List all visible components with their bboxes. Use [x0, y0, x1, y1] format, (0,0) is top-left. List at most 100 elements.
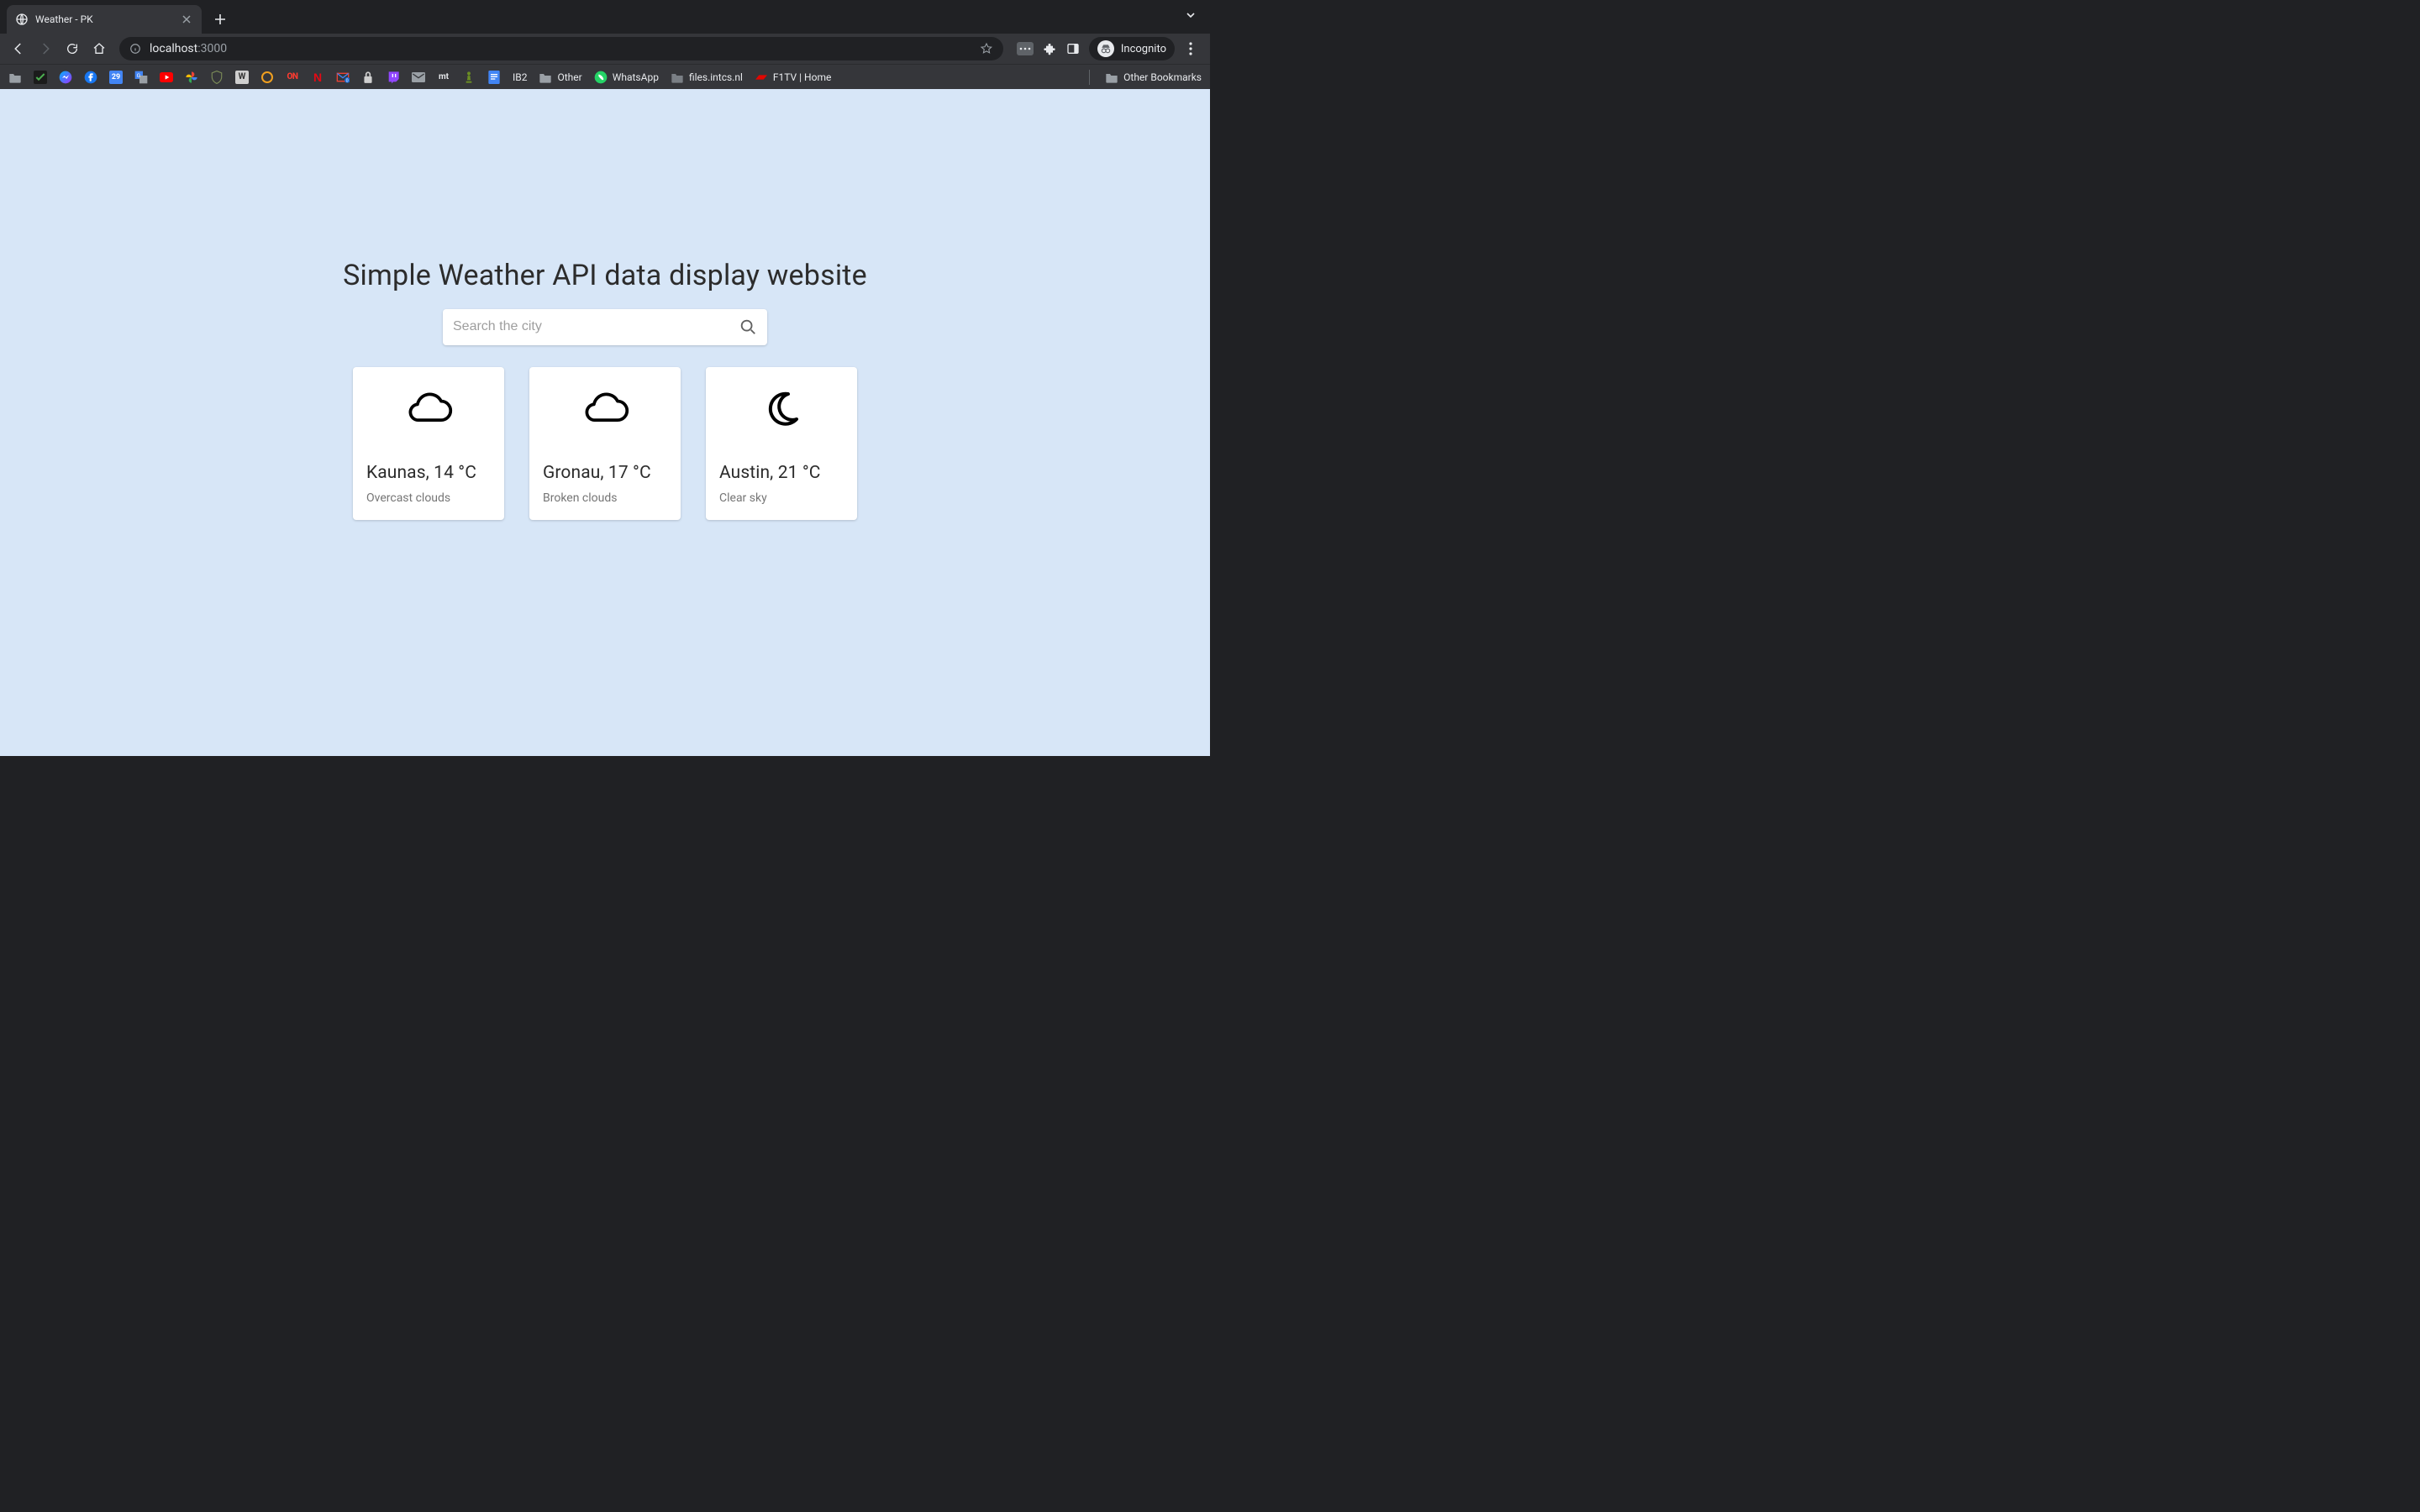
toolbar-right: Incognito — [1012, 37, 1203, 60]
weather-card[interactable]: Austin, 21 °C Clear sky — [706, 367, 857, 520]
card-title: Gronau, 17 °C — [543, 463, 667, 483]
weather-card[interactable]: Gronau, 17 °CBroken clouds — [529, 367, 681, 520]
check-icon — [34, 71, 47, 84]
bookmark-label: F1TV | Home — [773, 71, 831, 83]
weather-cards: Kaunas, 14 °COvercast cloudsGronau, 17 °… — [336, 367, 874, 520]
circle-icon — [260, 71, 274, 84]
menu-icon[interactable] — [1183, 41, 1198, 56]
bookmark-item[interactable] — [84, 71, 97, 84]
docs-icon — [487, 71, 501, 84]
back-button[interactable] — [7, 37, 30, 60]
bookmark-item[interactable] — [8, 71, 22, 84]
bookmark-item[interactable] — [260, 71, 274, 84]
lock-icon — [361, 71, 375, 84]
bookmark-item[interactable]: G — [134, 71, 148, 84]
twitch-icon — [387, 71, 400, 84]
folder-icon — [8, 71, 22, 84]
weather-card[interactable]: Kaunas, 14 °COvercast clouds — [353, 367, 504, 520]
tab-search-button[interactable] — [1185, 8, 1197, 24]
bookmark-item[interactable]: 0 — [336, 71, 350, 84]
bookmark-label: files.intcs.nl — [689, 71, 743, 83]
search-field[interactable] — [443, 309, 767, 345]
other-bookmarks-label: Other Bookmarks — [1123, 71, 1202, 83]
address-bar[interactable]: localhost:3000 — [119, 37, 1003, 60]
translate-icon: G — [134, 71, 148, 84]
whatsapp-icon — [594, 71, 608, 84]
netflix-icon: N — [311, 71, 324, 84]
url-port: :3000 — [197, 42, 227, 55]
reload-button[interactable] — [60, 37, 84, 60]
bookmark-item[interactable]: mt — [437, 71, 450, 84]
bookmark-label: Other — [557, 71, 581, 83]
card-title: Austin, 21 °C — [719, 463, 844, 483]
extensions-icon[interactable] — [1042, 41, 1057, 56]
bookmark-item[interactable] — [462, 71, 476, 84]
photos-icon — [185, 71, 198, 84]
site-info-icon[interactable] — [129, 43, 141, 55]
incognito-badge[interactable]: Incognito — [1089, 37, 1175, 60]
messenger-icon — [59, 71, 72, 84]
tab-bar: Weather - PK — [0, 0, 1210, 34]
folder-grey-icon — [671, 71, 684, 84]
bookmark-item[interactable]: files.intcs.nl — [671, 71, 743, 84]
bookmark-separator — [1089, 70, 1090, 85]
youtube-icon — [160, 71, 173, 84]
tab-title: Weather - PK — [35, 13, 173, 25]
bookmark-star-icon[interactable] — [980, 42, 993, 55]
shield-icon — [210, 71, 224, 84]
svg-text:0: 0 — [346, 78, 349, 83]
new-tab-button[interactable] — [208, 8, 232, 31]
bookmark-item[interactable] — [160, 71, 173, 84]
bookmark-item[interactable] — [361, 71, 375, 84]
card-title: Kaunas, 14 °C — [366, 463, 491, 483]
incognito-icon — [1097, 40, 1114, 57]
cal29-icon: 29 — [109, 71, 123, 84]
bookmark-item[interactable] — [34, 71, 47, 84]
bookmark-item[interactable] — [185, 71, 198, 84]
bookmark-item[interactable]: Other — [539, 71, 581, 84]
bookmark-item[interactable]: 29 — [109, 71, 123, 84]
bookmark-item[interactable]: W — [235, 71, 249, 84]
bookmark-item[interactable] — [387, 71, 400, 84]
on-icon: ON — [286, 71, 299, 84]
viewport: Simple Weather API data display website … — [0, 89, 1210, 756]
sidepanel-icon[interactable] — [1065, 41, 1081, 56]
card-description: Clear sky — [719, 491, 844, 505]
search-icon[interactable] — [739, 318, 757, 336]
f1-icon — [755, 71, 768, 84]
incognito-label: Incognito — [1121, 43, 1166, 55]
close-icon[interactable] — [180, 13, 193, 26]
bookmark-item[interactable] — [210, 71, 224, 84]
bookmark-label: WhatsApp — [613, 71, 659, 83]
moon-icon — [756, 391, 807, 428]
facebook-icon — [84, 71, 97, 84]
bookmark-item[interactable]: ON — [286, 71, 299, 84]
folder-icon — [1105, 71, 1118, 84]
page-content: Simple Weather API data display website … — [336, 89, 874, 520]
browser-tab[interactable]: Weather - PK — [7, 5, 202, 34]
ellipsis-box-icon[interactable] — [1017, 42, 1034, 55]
wiki-icon: W — [235, 71, 249, 84]
bookmark-item[interactable] — [412, 71, 425, 84]
cloud-icon — [580, 391, 630, 428]
mail0-icon: 0 — [336, 71, 350, 84]
url-host: localhost — [150, 42, 197, 55]
search-input[interactable] — [453, 319, 739, 334]
mt-icon: mt — [437, 71, 450, 84]
toolbar: localhost:3000 Incognito — [0, 34, 1210, 64]
forward-button[interactable] — [34, 37, 57, 60]
bookmarks-bar: 29 G W ON N 0 mt IB2 Other WhatsApp files.intcs.nl… — [0, 64, 1210, 89]
home-button[interactable] — [87, 37, 111, 60]
bookmark-item[interactable]: F1TV | Home — [755, 71, 831, 84]
bookmark-item[interactable] — [59, 71, 72, 84]
bookmark-item[interactable]: IB2 — [513, 71, 527, 83]
page-title: Simple Weather API data display website — [336, 257, 874, 296]
pawn-icon — [462, 71, 476, 84]
other-bookmarks-button[interactable]: Other Bookmarks — [1105, 71, 1202, 84]
url-text: localhost:3000 — [150, 42, 227, 55]
bookmark-item[interactable]: N — [311, 71, 324, 84]
bookmark-item[interactable] — [487, 71, 501, 84]
globe-icon — [15, 13, 29, 26]
bookmark-item[interactable]: WhatsApp — [594, 71, 659, 84]
folder-icon — [539, 71, 552, 84]
